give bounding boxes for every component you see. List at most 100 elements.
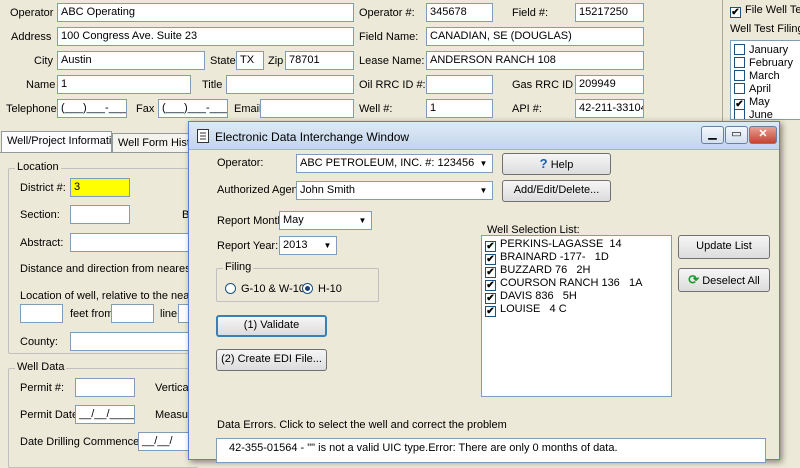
report-year-select[interactable]: 2013 ▼ (279, 236, 337, 255)
tab-well-project-information[interactable]: Well/Project Information (1, 131, 112, 153)
field-name-field[interactable]: CANADIAN, SE (DOUGLAS) (426, 27, 644, 46)
api-label: API #: (512, 103, 542, 115)
field-number-field[interactable]: 15217250 (575, 3, 644, 22)
well-test-filing-label: Well Test Filing M (730, 23, 800, 35)
measured-label: Measu (155, 409, 189, 421)
month-label: March (749, 70, 780, 82)
help-button[interactable]: ? Help (502, 153, 611, 175)
authorized-agent-select[interactable]: John Smith ▼ (296, 181, 493, 200)
month-label: February (749, 57, 794, 69)
telephone-field[interactable]: (___)___-____ (57, 99, 127, 118)
filing-option-h10[interactable]: H-10 (302, 283, 342, 295)
state-field[interactable]: TX (236, 51, 264, 70)
month-item[interactable]: ✔ May (731, 96, 800, 110)
well-name: DAVIS 836 5H (500, 290, 577, 302)
checkbox-unchecked-icon (734, 70, 745, 81)
feet-from-label: feet from (70, 308, 114, 320)
api-field[interactable]: 42-211-33104 (575, 99, 644, 118)
month-checklist[interactable]: January February March April ✔ May June (730, 40, 800, 120)
filing-option-h10-label: H-10 (318, 283, 342, 295)
month-item[interactable]: January (731, 44, 800, 57)
lease-name-field[interactable]: ANDERSON RANCH 108 (426, 51, 644, 70)
date-drilling-label: Date Drilling Commenced: (20, 436, 149, 448)
deselect-all-button[interactable]: ⟳ Deselect All (678, 268, 770, 292)
radio-selected-icon (302, 283, 313, 294)
report-month-select[interactable]: May ▼ (279, 211, 372, 230)
data-errors-label: Data Errors. Click to select the well an… (217, 419, 507, 431)
tab-well-form-history[interactable]: Well Form Histor (112, 133, 192, 153)
update-list-button[interactable]: Update List (678, 235, 770, 259)
create-edi-file-button[interactable]: (2) Create EDI File... (216, 349, 327, 371)
fax-field[interactable]: (___)___-____ (158, 99, 228, 118)
well-name: BRAINARD -177- 1D (500, 251, 609, 263)
well-list-item[interactable]: ✔ BRAINARD -177- 1D (482, 251, 671, 265)
date-drilling-field[interactable]: __/__/ (138, 432, 190, 451)
filing-group-title: Filing (223, 261, 254, 273)
data-errors-list[interactable]: 42-355-01564 - "" is not a valid UIC typ… (216, 438, 766, 463)
fax-label: Fax (136, 103, 155, 115)
well-list-item[interactable]: ✔ LOUISE 4 C (482, 303, 671, 317)
permit-number-label: Permit #: (20, 382, 65, 394)
oil-rrc-field[interactable] (426, 75, 493, 94)
chevron-down-icon: ▼ (476, 183, 491, 198)
title-field[interactable] (226, 75, 354, 94)
zip-field[interactable]: 78701 (285, 51, 354, 70)
gas-rrc-field[interactable]: 209949 (575, 75, 644, 94)
title-label: Title (202, 79, 223, 91)
operator-label: Operator (10, 7, 54, 19)
county-field[interactable] (70, 332, 190, 351)
well-name: COURSON RANCH 136 1A (500, 277, 643, 289)
maximize-button[interactable]: ▭ (725, 126, 748, 144)
field-name-label: Field Name: (359, 31, 419, 43)
well-number-label: Well #: (359, 103, 393, 115)
well-list-item[interactable]: ✔ COURSON RANCH 136 1A (482, 277, 671, 291)
district-field[interactable]: 3 (70, 178, 130, 197)
line-label: line (160, 308, 178, 320)
checkbox-checked-icon: ✔ (485, 293, 496, 304)
email-field[interactable] (260, 99, 354, 118)
feet-from-field-1[interactable] (20, 304, 63, 323)
section-field[interactable] (70, 205, 130, 224)
name-field[interactable]: 1 (57, 75, 191, 94)
well-number-field[interactable]: 1 (426, 99, 493, 118)
file-well-test-checkbox[interactable]: ✔ File Well Test (730, 4, 800, 18)
month-item[interactable]: February (731, 57, 800, 70)
feet-from-field-2[interactable] (111, 304, 154, 323)
chevron-down-icon: ▼ (476, 156, 491, 171)
add-edit-delete-button[interactable]: Add/Edit/Delete... (502, 180, 611, 202)
validate-button[interactable]: (1) Validate (216, 315, 327, 337)
permit-number-field[interactable] (75, 378, 135, 397)
refresh-icon: ⟳ (688, 272, 700, 287)
edi-operator-select[interactable]: ABC PETROLEUM, INC. #: 123456 ▼ (296, 154, 493, 173)
checkbox-checked-icon: ✔ (485, 254, 496, 265)
well-selection-list[interactable]: ✔ PERKINS-LAGASSE 14 ✔ BRAINARD -177- 1D ✔ BU… (481, 235, 672, 397)
name-label: Name (26, 79, 56, 91)
help-label: Help (550, 159, 574, 171)
maximize-icon: ▭ (731, 128, 742, 140)
close-icon: ✕ (758, 128, 768, 140)
edi-title-bar[interactable]: Electronic Data Interchange Window ▁ ▭ ✕ (189, 122, 779, 150)
city-field[interactable]: Austin (57, 51, 205, 70)
data-error-item[interactable]: 42-355-01564 - "" is not a valid UIC typ… (217, 439, 765, 457)
operator-field[interactable]: ABC Operating (57, 3, 354, 22)
month-label: January (749, 44, 789, 56)
month-item[interactable]: April (731, 83, 800, 96)
well-list-item[interactable]: ✔ BUZZARD 76 2H (482, 264, 671, 278)
operator-number-field[interactable]: 345678 (426, 3, 493, 22)
well-list-item[interactable]: ✔ DAVIS 836 5H (482, 290, 671, 304)
minimize-button[interactable]: ▁ (701, 126, 724, 144)
permit-date-field[interactable]: __/__/____ (75, 405, 135, 424)
well-name: LOUISE 4 C (500, 303, 567, 315)
filing-option-g10-w10[interactable]: G-10 & W-10 (225, 283, 305, 295)
close-button[interactable]: ✕ (749, 126, 777, 144)
month-label: June (749, 109, 773, 120)
file-well-test-label: File Well Test (745, 4, 800, 16)
well-name: PERKINS-LAGASSE 14 (500, 238, 622, 250)
district-label: District #: (20, 182, 66, 194)
abstract-field[interactable] (70, 233, 190, 252)
zip-label: Zip (268, 55, 284, 67)
well-list-item[interactable]: ✔ PERKINS-LAGASSE 14 (482, 238, 671, 252)
month-item[interactable]: March (731, 70, 800, 83)
address-field[interactable]: 100 Congress Ave. Suite 23 (57, 27, 354, 46)
month-item[interactable]: June (731, 109, 800, 120)
